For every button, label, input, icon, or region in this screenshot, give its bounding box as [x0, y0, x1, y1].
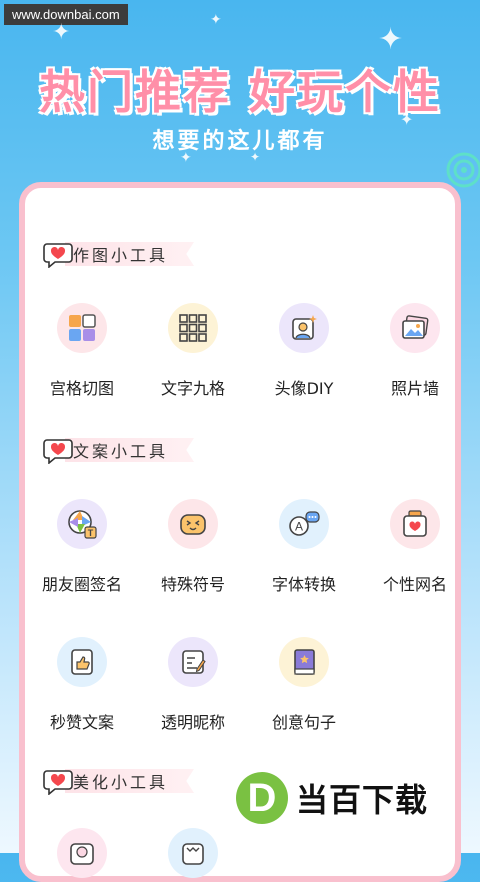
like-icon: [57, 637, 107, 687]
tool-label: 朋友圈签名: [41, 575, 122, 594]
svg-text:A: A: [295, 520, 303, 534]
tool-label: 创意句子: [271, 713, 336, 732]
tool-beautify-2[interactable]: [138, 828, 248, 878]
tool-beautify-1[interactable]: [27, 828, 137, 878]
tool-label: 特殊符号: [160, 575, 225, 594]
section-title: 文案小工具: [65, 438, 195, 462]
svg-text:T: T: [88, 528, 94, 538]
tool-label: 透明昵称: [160, 713, 225, 732]
transparent-name-icon: [168, 637, 218, 687]
tool-label: 字体转换: [271, 575, 336, 594]
tool-moments-sign[interactable]: T 朋友圈签名: [27, 499, 137, 595]
tool-label: 宫格切图: [49, 379, 114, 398]
heart-bubble-icon: [43, 243, 73, 268]
section-header-beautify: 美化小工具: [43, 768, 195, 795]
sparkle-icon: ✦: [378, 22, 404, 57]
font-convert-icon: A: [279, 499, 329, 549]
section-header-drawing: 作图小工具: [43, 241, 195, 268]
section-title: 美化小工具: [65, 769, 195, 793]
tool-like-copy[interactable]: 秒赞文案: [27, 637, 137, 733]
hero-title: 热门推荐 好玩个性: [38, 65, 441, 119]
tool-nickname[interactable]: 个性网名: [360, 499, 470, 595]
section-title: 作图小工具: [65, 242, 195, 266]
beautify-icon-1: [57, 828, 107, 878]
nickname-icon: [390, 499, 440, 549]
sparkle-icon: ✦: [52, 20, 71, 45]
brand-mark: D: [236, 772, 288, 824]
tool-label: 秒赞文案: [49, 713, 114, 732]
brand-logo: D 当百下载: [236, 772, 428, 824]
moments-sign-icon: T: [57, 499, 107, 549]
brand-name: 当百下载: [296, 781, 429, 819]
nine-grid-icon: [168, 303, 218, 353]
tool-emoji-symbol[interactable]: 特殊符号: [138, 499, 248, 595]
hero-subtitle: 想要的这儿都有: [152, 129, 328, 154]
tool-label: 文字九格: [160, 379, 225, 398]
beautify-icon-2: [168, 828, 218, 878]
tool-font-convert[interactable]: A 字体转换: [249, 499, 359, 595]
grid-cut-icon: [57, 303, 107, 353]
tool-nine-grid[interactable]: 文字九格: [138, 303, 248, 399]
tool-label: 头像DIY: [274, 379, 334, 398]
tool-creative-sentence[interactable]: 创意句子: [249, 637, 359, 733]
heart-bubble-icon: [43, 439, 73, 464]
tool-label: 个性网名: [382, 575, 447, 594]
tool-transparent-name[interactable]: 透明昵称: [138, 637, 248, 733]
heart-bubble-icon: [43, 770, 73, 795]
photo-wall-icon: [390, 303, 440, 353]
tool-grid-cut[interactable]: 宫格切图: [27, 303, 137, 399]
tool-photo-wall[interactable]: 照片墙: [360, 303, 470, 399]
book-icon: [279, 637, 329, 687]
sparkle-icon: ✦: [210, 12, 222, 28]
tool-avatar-diy[interactable]: 头像DIY: [249, 303, 359, 399]
avatar-diy-icon: [279, 303, 329, 353]
emoji-symbol-icon: [168, 499, 218, 549]
tool-label: 照片墙: [390, 379, 439, 398]
section-header-copywriting: 文案小工具: [43, 437, 195, 464]
